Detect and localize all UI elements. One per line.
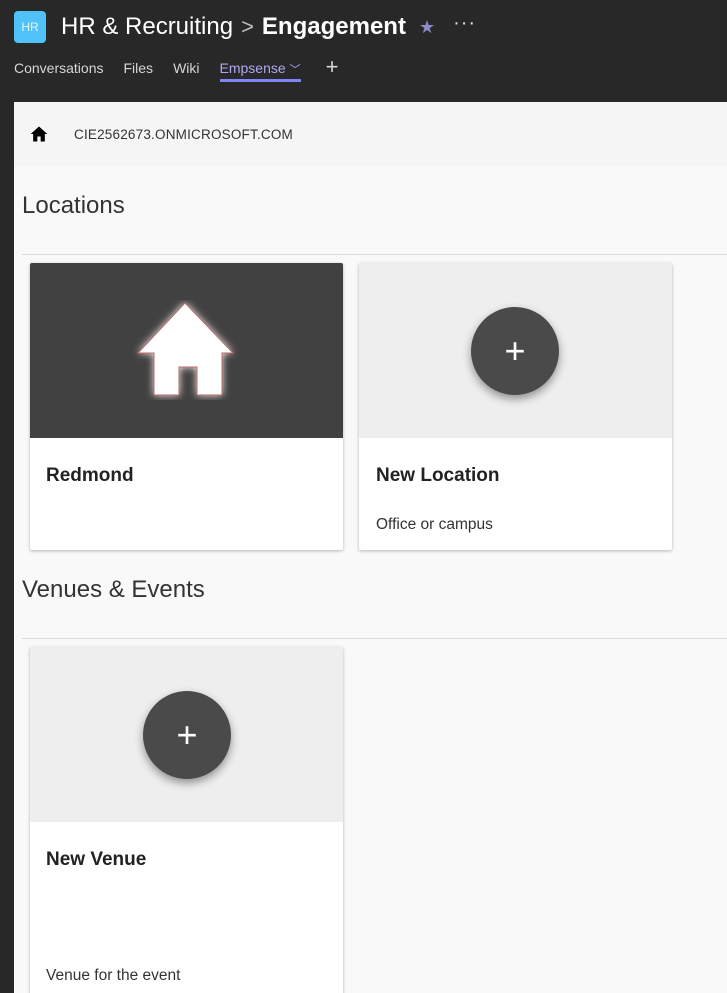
card-title: New Venue	[46, 849, 147, 870]
card-subtitle: Office or campus	[376, 516, 493, 533]
header-title: HR & Recruiting > Engagement ★ ···	[61, 12, 476, 42]
breadcrumb: CIE2562673.ONMICROSOFT.COM	[14, 102, 727, 166]
divider	[22, 638, 727, 639]
location-card-new[interactable]: + New Location Office or campus	[359, 263, 672, 550]
tab-empsense-label: Empsense	[219, 60, 286, 76]
ellipsis-icon[interactable]: ···	[453, 12, 476, 35]
channel-name[interactable]: Engagement	[262, 13, 406, 41]
tenant-domain: CIE2562673.ONMICROSOFT.COM	[74, 127, 294, 142]
chevron-right-icon: >	[241, 14, 254, 39]
card-media: +	[30, 647, 343, 822]
locations-heading: Locations	[22, 192, 125, 219]
location-card-redmond[interactable]: Redmond	[30, 263, 343, 550]
card-media	[30, 263, 343, 438]
add-location-button[interactable]: +	[471, 307, 559, 395]
add-tab-icon[interactable]: +	[326, 54, 339, 80]
app-content: CIE2562673.ONMICROSOFT.COM Locations Red…	[14, 102, 727, 993]
team-avatar[interactable]: HR	[14, 11, 46, 43]
tab-wiki[interactable]: Wiki	[173, 60, 199, 76]
tab-empsense[interactable]: Empsense ﹀	[219, 60, 301, 82]
team-name[interactable]: HR & Recruiting	[61, 13, 233, 41]
house-icon	[136, 302, 235, 396]
card-title: Redmond	[46, 465, 134, 486]
channel-tabs: Conversations Files Wiki Empsense ﹀ +	[14, 54, 339, 84]
venues-heading: Venues & Events	[22, 576, 205, 603]
home-icon[interactable]	[29, 124, 49, 144]
star-icon[interactable]: ★	[419, 17, 435, 38]
add-venue-button[interactable]: +	[143, 691, 231, 779]
tab-conversations[interactable]: Conversations	[14, 60, 104, 76]
card-title: New Location	[376, 465, 500, 486]
chevron-down-icon[interactable]: ﹀	[290, 64, 301, 76]
card-media: +	[359, 263, 672, 438]
tab-files[interactable]: Files	[124, 60, 154, 76]
venue-card-new[interactable]: + New Venue Venue for the event	[30, 647, 343, 993]
card-subtitle: Venue for the event	[46, 967, 181, 984]
divider	[22, 254, 727, 255]
